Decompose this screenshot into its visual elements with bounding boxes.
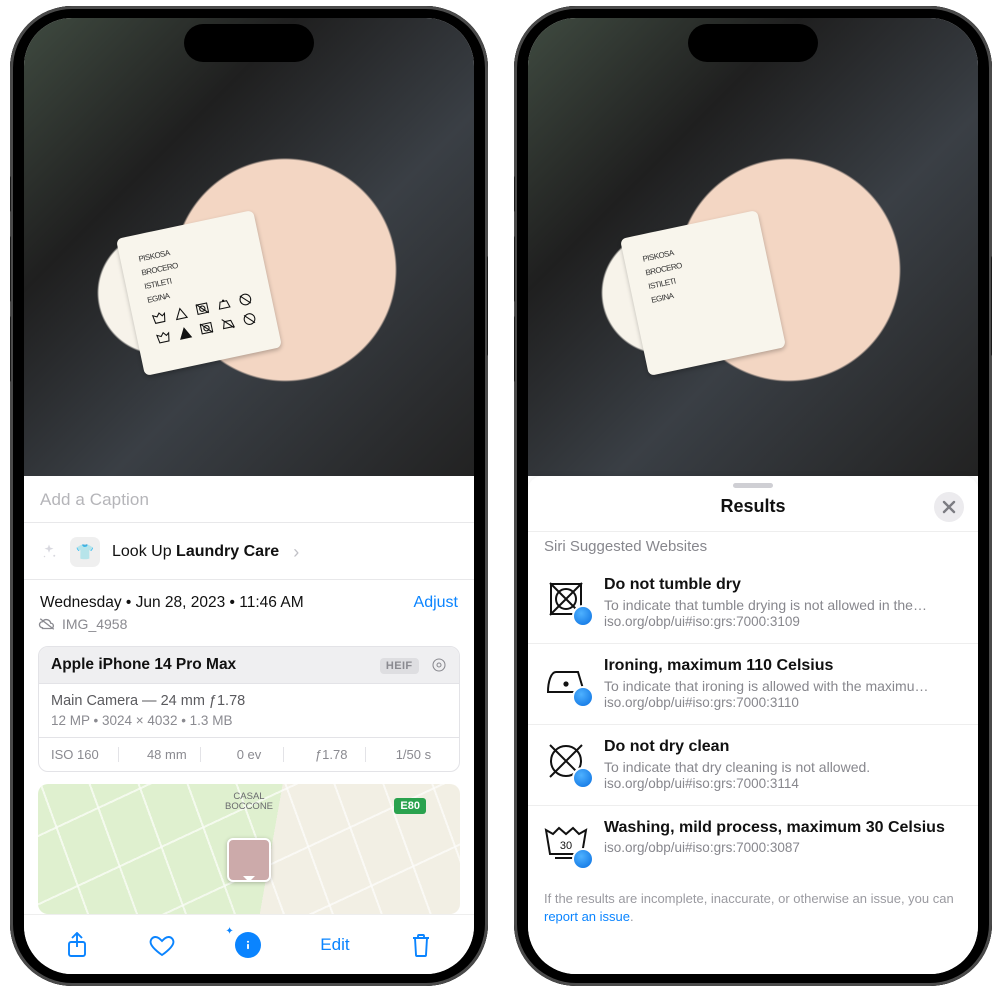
- volume-down: [514, 316, 515, 382]
- result-title: Ironing, maximum 110 Celsius: [604, 656, 962, 676]
- delete-button[interactable]: [409, 932, 433, 958]
- results-footer: If the results are incomplete, inaccurat…: [528, 880, 978, 939]
- road-badge: E80: [394, 798, 426, 814]
- silence-switch: [10, 176, 11, 212]
- lens-icon: [431, 656, 447, 673]
- screen-right: PISKOSABROCEROISTILETIEGINA Results Siri…: [528, 18, 978, 974]
- screen-left: PISKOSABROCEROISTILETIEGINA: [24, 18, 474, 974]
- share-button[interactable]: [65, 932, 89, 958]
- laundry-tag: PISKOSABROCEROISTILETIEGINA: [116, 210, 282, 376]
- caption-input[interactable]: Add a Caption: [38, 476, 460, 522]
- filename: IMG_4958: [62, 616, 127, 632]
- result-item[interactable]: 30 Washing, mild process, maximum 30 Cel…: [528, 806, 978, 880]
- result-title: Do not tumble dry: [604, 575, 962, 595]
- result-desc: To indicate that dry cleaning is not all…: [604, 759, 962, 775]
- results-sheet: Results Siri Suggested Websites Do not t…: [528, 476, 978, 974]
- cloud-off-icon: [38, 617, 56, 631]
- result-url: iso.org/obp/ui#iso:grs:7000:3109: [604, 614, 962, 629]
- phone-left: PISKOSABROCEROISTILETIEGINA: [10, 6, 488, 986]
- sparkle-icon: [40, 543, 58, 561]
- side-button: [487, 256, 488, 356]
- side-button: [991, 256, 992, 356]
- volume-up: [10, 236, 11, 302]
- lookup-label: Look Up Laundry Care: [112, 543, 279, 561]
- result-desc: To indicate that ironing is allowed with…: [604, 678, 962, 694]
- photo-toolbar: Edit: [24, 914, 474, 974]
- svg-text:30: 30: [560, 840, 572, 852]
- result-url: iso.org/obp/ui#iso:grs:7000:3110: [604, 695, 962, 710]
- lens-line: Main Camera — 24 mm ƒ1.78: [51, 693, 447, 709]
- result-url: iso.org/obp/ui#iso:grs:7000:3114: [604, 776, 962, 791]
- result-item[interactable]: Ironing, maximum 110 Celsius To indicate…: [528, 644, 978, 725]
- adjust-button[interactable]: Adjust: [414, 594, 458, 612]
- close-button[interactable]: [934, 492, 964, 522]
- iron-110-icon: [542, 656, 590, 704]
- exif-row: ISO 160 48 mm 0 ev ƒ1.78 1/50 s: [39, 738, 459, 771]
- map-area-label: CASAL BOCCONE: [225, 792, 273, 812]
- capture-date: Wednesday • Jun 28, 2023 • 11:46 AM: [40, 594, 304, 612]
- photo-preview[interactable]: PISKOSABROCEROISTILETIEGINA: [24, 18, 474, 476]
- edit-button[interactable]: Edit: [320, 935, 349, 955]
- info-button[interactable]: [235, 932, 261, 958]
- report-issue-link[interactable]: report an issue: [544, 909, 630, 924]
- device-info-card: Apple iPhone 14 Pro Max HEIF Main Camera…: [38, 646, 460, 772]
- format-badge: HEIF: [380, 658, 419, 674]
- do-not-tumble-dry-icon: [542, 575, 590, 623]
- favorite-button[interactable]: [148, 932, 176, 958]
- wash-30-icon: 30: [542, 818, 590, 866]
- sheet-title: Results: [720, 496, 785, 516]
- map-pin-thumbnail: [227, 838, 271, 882]
- volume-up: [514, 236, 515, 302]
- info-icon: [235, 932, 261, 958]
- section-label: Siri Suggested Websites: [528, 531, 978, 563]
- silence-switch: [514, 176, 515, 212]
- result-item[interactable]: Do not dry clean To indicate that dry cl…: [528, 725, 978, 806]
- result-title: Do not dry clean: [604, 737, 962, 757]
- chevron-right-icon: ›: [293, 542, 299, 563]
- do-not-dry-clean-icon: [542, 737, 590, 785]
- result-title: Washing, mild process, maximum 30 Celsiu…: [604, 818, 962, 838]
- volume-down: [10, 316, 11, 382]
- dynamic-island: [184, 24, 314, 62]
- result-item[interactable]: Do not tumble dry To indicate that tumbl…: [528, 563, 978, 644]
- visual-lookup-row[interactable]: 👕 Look Up Laundry Care ›: [38, 523, 460, 579]
- dynamic-island: [688, 24, 818, 62]
- result-desc: To indicate that tumble drying is not al…: [604, 597, 962, 613]
- laundry-tag: PISKOSABROCEROISTILETIEGINA: [620, 210, 786, 376]
- image-meta: 12 MP • 3024 × 4032 • 1.3 MB: [51, 713, 447, 728]
- photo-preview[interactable]: PISKOSABROCEROISTILETIEGINA: [528, 18, 978, 476]
- location-map[interactable]: CASAL BOCCONE E80: [38, 784, 460, 914]
- shirt-icon: 👕: [70, 537, 100, 567]
- device-model: Apple iPhone 14 Pro Max: [51, 656, 236, 674]
- phone-right: PISKOSABROCEROISTILETIEGINA Results Siri…: [514, 6, 992, 986]
- result-url: iso.org/obp/ui#iso:grs:7000:3087: [604, 840, 962, 855]
